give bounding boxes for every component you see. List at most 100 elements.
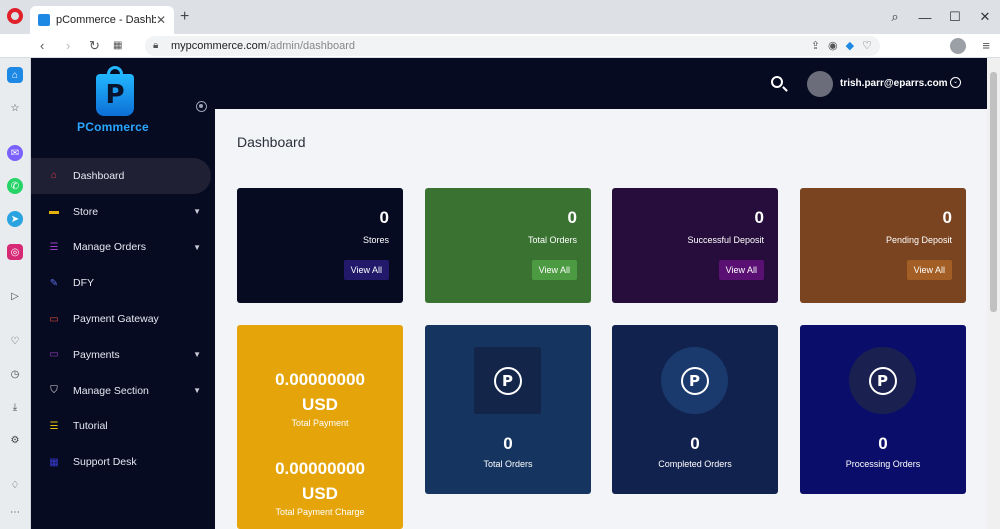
card-value: 0 — [567, 208, 577, 227]
sidebar-item-label: Manage Section — [73, 384, 149, 397]
sidebar-item-dashboard[interactable]: ⌂ Dashboard — [31, 158, 211, 194]
minimize-icon[interactable]: — — [910, 10, 940, 25]
tab-favicon-icon — [38, 14, 50, 26]
card-label: Stores — [362, 235, 389, 245]
sidebar-item-label: DFY — [73, 277, 94, 290]
sidebar-item-tutorial[interactable]: ☰ Tutorial — [31, 409, 215, 445]
chevron-down-icon[interactable]: ▼ — [193, 243, 201, 252]
sidebar-item-manage-orders[interactable]: ☰ Manage Orders ▼ — [31, 230, 215, 266]
brand-name: PCommerce — [77, 120, 149, 134]
page-scrollbar[interactable] — [987, 58, 1000, 529]
card-label: Pending Deposit — [885, 235, 952, 245]
app-header: trish.parr@eparrs.com ⌄ — [215, 58, 1000, 109]
sidebar-toggle-icon[interactable] — [196, 101, 207, 112]
forward-icon[interactable]: › — [66, 38, 70, 53]
card-icon: ▭ — [49, 349, 59, 361]
browser-search-icon[interactable]: ⌕ — [880, 9, 910, 25]
browser-titlebar: pCommerce - Dashboard ✕ + ⌕ — ☐ ✕ — [0, 0, 1000, 34]
wallet-icon: ▭ — [49, 313, 59, 325]
whatsapp-icon[interactable]: ✆ — [7, 178, 23, 194]
share-icon[interactable]: ⇪ — [811, 36, 820, 56]
reload-icon[interactable]: ↻ — [89, 38, 100, 54]
sidebar-menu: ⌂ Dashboard ▬ Store ▼ ☰ Manage Orders ▼ ✎ DFY ▭ Pay… — [31, 158, 215, 480]
sidebar-item-label: Manage Orders — [73, 241, 146, 254]
opera-sidebar: ⌂ ☆ ✉ ✆ ➤ ◎ ▷ ♡ ◷ ⤓ ⚙ ♢ ⋯ — [0, 58, 31, 529]
stat-label: Processing Orders — [845, 459, 921, 469]
main-content: Dashboard 0 Stores View All 0 Total Orders Vi… — [215, 109, 987, 529]
sidebar-item-payment-gateway[interactable]: ▭ Payment Gateway — [31, 301, 215, 337]
view-all-button[interactable]: View All — [718, 260, 764, 280]
shield-icon: ⛉ — [50, 385, 58, 397]
user-avatar[interactable] — [807, 71, 833, 97]
opera-logo-icon[interactable] — [7, 8, 23, 24]
tabs-grid-icon[interactable]: ▦ — [113, 40, 122, 51]
total-payment-charge-currency: USD — [302, 484, 338, 503]
heart-icon[interactable]: ♡ — [862, 36, 872, 56]
sidebar-item-label: Store — [73, 205, 99, 218]
page-title: Dashboard — [237, 134, 306, 150]
star-icon[interactable]: ☆ — [7, 100, 23, 116]
messenger-icon[interactable]: ✉ — [7, 145, 23, 161]
sidebar-item-manage-section[interactable]: ⛉ Manage Section ▼ — [31, 373, 215, 409]
user-email[interactable]: trish.parr@eparrs.com — [840, 78, 948, 89]
more-icon[interactable]: ⋯ — [7, 504, 23, 520]
total-payment-charge-amount: 0.00000000 — [275, 459, 365, 478]
stat-icon-box: P — [474, 347, 541, 414]
total-payment-charge-label: Total Payment Charge — [275, 507, 365, 517]
stat-icon-box: P — [661, 347, 728, 414]
user-menu-chevron-icon[interactable]: ⌄ — [950, 77, 961, 88]
url-field[interactable]: 🔒︎ mypcommerce.com/admin/dashboard ⇪ ◉ ◆… — [145, 36, 880, 56]
browser-menu-icon[interactable]: ≡ — [982, 38, 990, 53]
summary-card-pending-deposit: 0 Pending Deposit View All — [800, 188, 966, 303]
player-icon[interactable]: ▷ — [7, 288, 23, 304]
sidebar-item-label: Support Desk — [73, 456, 137, 469]
brand-logo-icon[interactable]: P — [96, 74, 134, 116]
download-icon[interactable]: ⤓ — [7, 399, 23, 415]
telegram-icon[interactable]: ➤ — [7, 211, 23, 227]
browser-profile-avatar[interactable] — [950, 38, 966, 54]
list-icon: ☰ — [49, 241, 59, 253]
sidebar-item-label: Payment Gateway — [73, 313, 159, 326]
sidebar-item-support-desk[interactable]: ▦ Support Desk — [31, 444, 215, 480]
shield-icon[interactable]: ◆ — [846, 36, 854, 56]
url-domain: mypcommerce.com — [171, 40, 267, 52]
sidebar-item-store[interactable]: ▬ Store ▼ — [31, 194, 215, 230]
chevron-down-icon[interactable]: ▼ — [193, 386, 201, 395]
parking-icon: P — [680, 366, 709, 395]
stat-value: 0 — [690, 434, 700, 453]
total-payment-card: 0.00000000 USD Total Payment 0.00000000 … — [237, 325, 403, 529]
heart-icon[interactable]: ♡ — [7, 333, 23, 349]
sidebar-item-dfy[interactable]: ✎ DFY — [31, 265, 215, 301]
stat-value: 0 — [878, 434, 888, 453]
list-icon: ☰ — [49, 420, 59, 432]
sidebar-item-label: Tutorial — [73, 420, 108, 433]
view-all-button[interactable]: View All — [343, 260, 389, 280]
maximize-icon[interactable]: ☐ — [940, 9, 970, 25]
chevron-down-icon[interactable]: ▼ — [193, 350, 201, 359]
new-tab-icon[interactable]: + — [180, 8, 189, 26]
view-all-button[interactable]: View All — [531, 260, 577, 280]
sidebar-item-payments[interactable]: ▭ Payments ▼ — [31, 337, 215, 373]
window-controls: ⌕ — ☐ ✕ — [880, 0, 1000, 34]
chevron-down-icon[interactable]: ▼ — [193, 207, 201, 216]
history-icon[interactable]: ◷ — [7, 366, 23, 382]
card-value: 0 — [754, 208, 764, 227]
settings-icon[interactable]: ⚙ — [7, 432, 23, 448]
pen-icon: ✎ — [49, 277, 59, 289]
scrollbar-thumb[interactable] — [990, 72, 997, 312]
lightbulb-icon[interactable]: ♢ — [7, 477, 23, 493]
back-icon[interactable]: ‹ — [40, 38, 44, 53]
home-icon[interactable]: ⌂ — [7, 67, 23, 83]
camera-icon[interactable]: ◉ — [828, 36, 838, 56]
home-icon: ⌂ — [50, 170, 58, 182]
sidebar-item-label: Payments — [73, 348, 120, 361]
search-icon[interactable] — [771, 76, 783, 88]
view-all-button[interactable]: View All — [906, 260, 952, 280]
instagram-icon[interactable]: ◎ — [7, 244, 23, 260]
parking-icon: P — [868, 366, 897, 395]
browser-tab[interactable]: pCommerce - Dashboard ✕ — [30, 6, 174, 34]
tab-close-icon[interactable]: ✕ — [156, 13, 166, 27]
close-window-icon[interactable]: ✕ — [970, 9, 1000, 25]
summary-card-stores: 0 Stores View All — [237, 188, 403, 303]
card-value: 0 — [379, 208, 389, 227]
